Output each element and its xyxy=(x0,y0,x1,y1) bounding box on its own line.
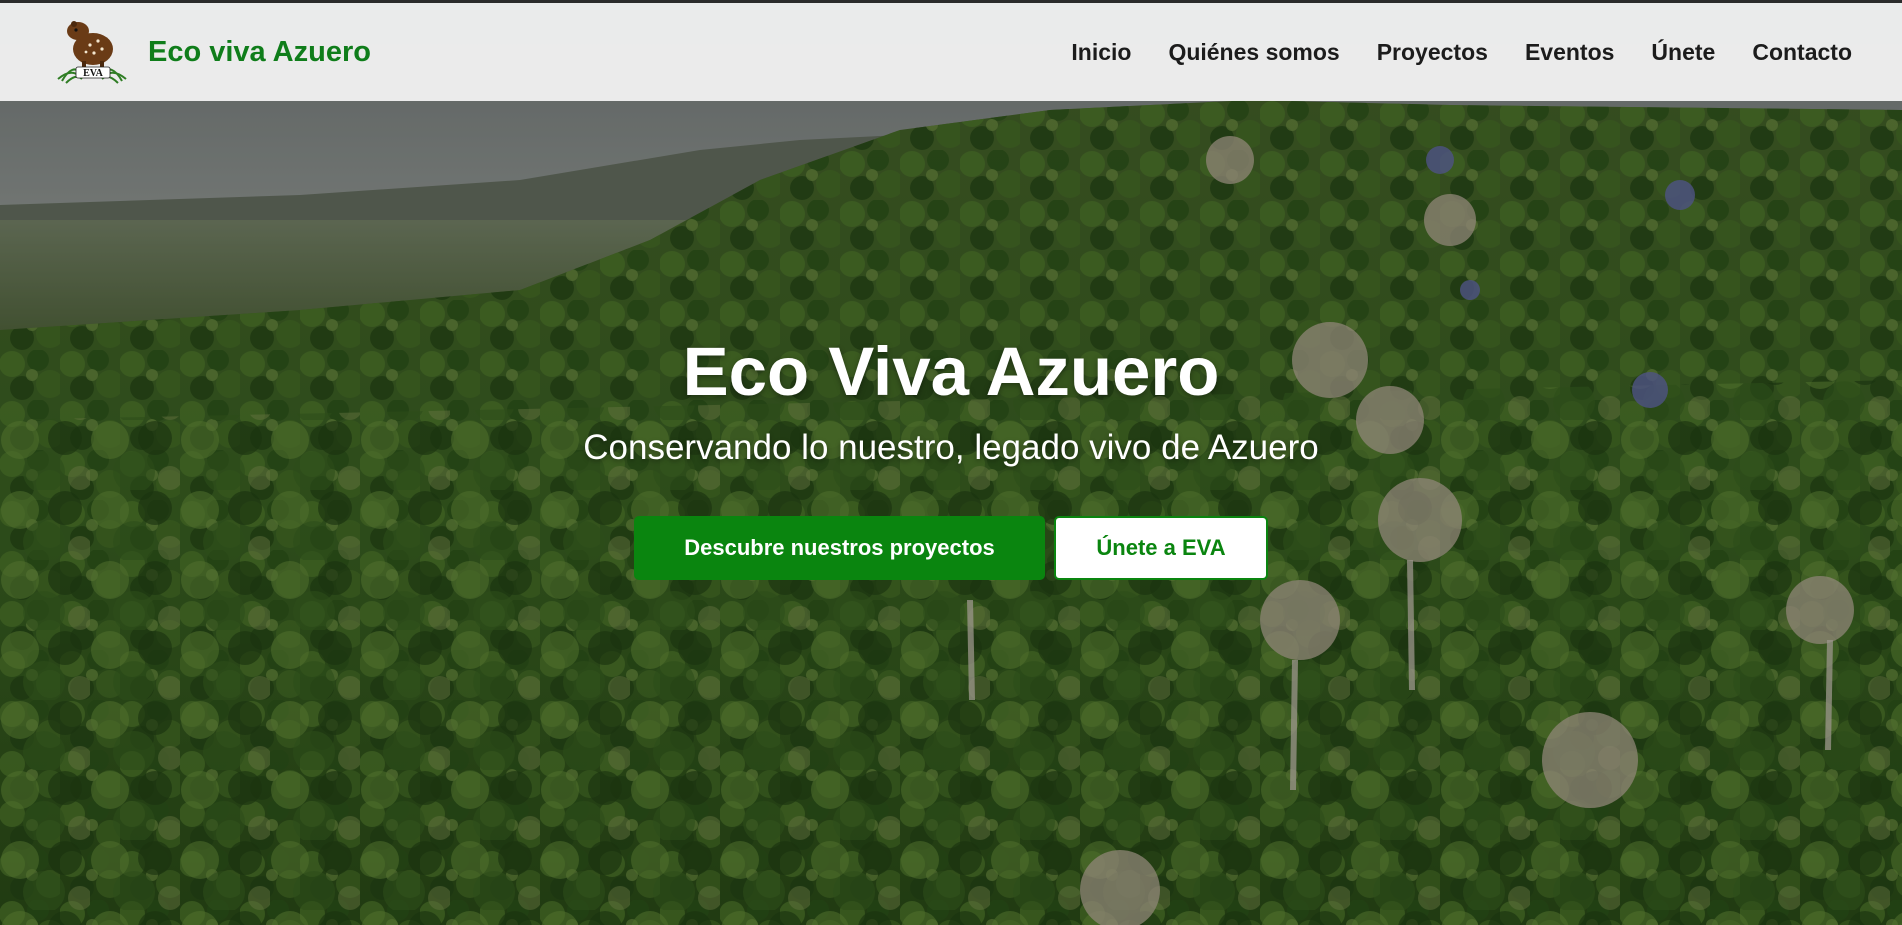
nav-link-quienes-somos[interactable]: Quiénes somos xyxy=(1168,39,1339,66)
join-eva-button[interactable]: Únete a EVA xyxy=(1054,516,1268,580)
hero-subtitle: Conservando lo nuestro, legado vivo de A… xyxy=(583,428,1319,467)
discover-projects-button[interactable]: Descubre nuestros proyectos xyxy=(634,516,1045,580)
nav-link-contacto[interactable]: Contacto xyxy=(1752,39,1852,66)
navbar: EVA Eco viva Azuero Inicio Quiénes somos… xyxy=(0,3,1902,101)
hero-buttons: Descubre nuestros proyectos Únete a EVA xyxy=(0,516,1902,580)
logo-text: EVA xyxy=(83,68,104,79)
browser-top-border xyxy=(0,0,1902,3)
nav-link-eventos[interactable]: Eventos xyxy=(1525,39,1614,66)
main-navigation: Inicio Quiénes somos Proyectos Eventos Ú… xyxy=(1071,3,1852,101)
nav-link-inicio[interactable]: Inicio xyxy=(1071,39,1131,66)
capybara-logo-icon[interactable]: EVA xyxy=(52,17,132,87)
nav-link-unete[interactable]: Únete xyxy=(1651,39,1715,66)
brand-name[interactable]: Eco viva Azuero xyxy=(148,36,371,69)
hero-section: Eco Viva Azuero Conservando lo nuestro, … xyxy=(0,330,1902,580)
page: EVA Eco viva Azuero Inicio Quiénes somos… xyxy=(0,0,1902,925)
brand[interactable]: EVA Eco viva Azuero xyxy=(52,17,371,87)
nav-link-proyectos[interactable]: Proyectos xyxy=(1377,39,1488,66)
hero-title: Eco Viva Azuero xyxy=(682,333,1220,410)
